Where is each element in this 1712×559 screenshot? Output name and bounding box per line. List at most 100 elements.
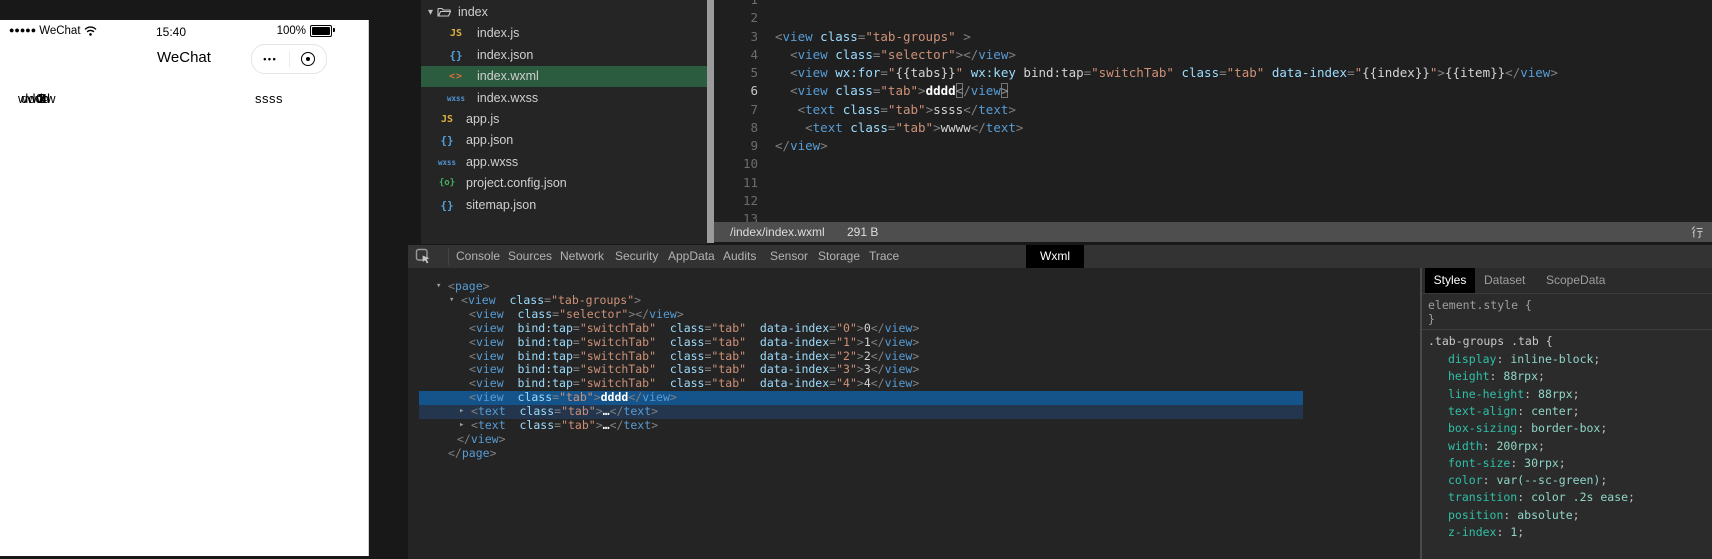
line-mode-icon[interactable] <box>1690 225 1704 239</box>
sidebar-tab-styles[interactable]: Styles <box>1425 268 1475 293</box>
tree-row[interactable]: <view class="selector"></view> <box>419 306 1303 322</box>
js-file-icon: JS <box>449 28 463 40</box>
debugger-tab-trace[interactable]: Trace <box>869 245 899 268</box>
tree-row[interactable]: <view bind:tap="switchTab" class="tab" d… <box>419 376 1303 391</box>
tree-row[interactable]: <view class="tab">dddd</view> <box>419 390 1303 406</box>
code-line[interactable]: 8 <text class="tab">wwww</text> <box>714 119 1712 137</box>
tree-row[interactable]: </page> <box>419 446 1303 461</box>
file-size-label: 291 B <box>847 225 879 239</box>
tree-row[interactable]: ▾ <view class="tab-groups"> <box>419 293 1303 308</box>
line-number: 9 <box>750 138 758 153</box>
sidebar-tab-dataset[interactable]: Dataset <box>1484 268 1525 293</box>
code-token: < <box>775 28 783 44</box>
tab-text-ssss[interactable]: ssss <box>255 91 283 106</box>
file-item-app.wxss[interactable]: wxss app.wxss <box>421 152 707 173</box>
inspect-element-icon[interactable] <box>415 248 432 265</box>
file-item-index.js[interactable]: JS index.js <box>421 23 707 44</box>
code-token: > <box>1008 46 1016 62</box>
code-token: > <box>498 431 506 446</box>
code-line[interactable]: 9 </view> <box>714 137 1712 155</box>
tree-row[interactable]: ▾ <page> <box>419 279 1303 294</box>
code-line[interactable]: 1 <box>714 0 1712 9</box>
code-line[interactable]: 10 <box>714 155 1712 173</box>
element-style-selector[interactable]: element.style { <box>1428 298 1532 312</box>
debugger-tab-network[interactable]: Network <box>560 245 604 268</box>
tree-row[interactable]: ▸ <text class="tab">…</text> <box>419 404 1303 419</box>
explorer-editor-splitter[interactable] <box>707 0 714 243</box>
expand-arrow-right-icon[interactable]: ▸ <box>459 419 464 433</box>
css-property[interactable]: font-size: 30rpx; <box>1448 455 1566 472</box>
code-line[interactable]: 2 <box>714 9 1712 27</box>
css-property[interactable]: text-align: center; <box>1448 403 1580 420</box>
css-property-name: position <box>1448 507 1504 522</box>
css-property[interactable]: box-sizing: border-box; <box>1448 420 1607 437</box>
expand-arrow-right-icon[interactable]: ▸ <box>459 405 464 419</box>
debugger-tab-console[interactable]: Console <box>456 245 500 268</box>
code-token: view <box>790 138 821 153</box>
code-line[interactable]: 6 <view class="tab">dddd</view> <box>714 82 1712 100</box>
rule-selector[interactable]: .tab-groups .tab { <box>1428 334 1553 348</box>
element-style-close[interactable]: } <box>1428 312 1435 326</box>
code-line[interactable]: 11 <box>714 174 1712 192</box>
file-item-index.wxss[interactable]: wxss index.wxss <box>421 88 707 109</box>
tree-row[interactable]: <view bind:tap="switchTab" class="tab" d… <box>419 320 1303 336</box>
css-property[interactable]: color: var(--sc-green); <box>1448 472 1607 489</box>
debugger-tab-audits[interactable]: Audits <box>723 245 756 268</box>
debugger-tab-sources[interactable]: Sources <box>508 245 552 268</box>
expand-arrow-down-icon[interactable]: ▾ <box>436 280 441 294</box>
code-line[interactable]: 13 <box>714 210 1712 222</box>
code-token: view <box>1520 65 1551 80</box>
tree-row[interactable]: <view bind:tap="switchTab" class="tab" d… <box>419 349 1303 364</box>
css-property[interactable]: line-height: 88rpx; <box>1448 386 1580 403</box>
file-item-sitemap.json[interactable]: {} sitemap.json <box>421 195 707 216</box>
code-token: view <box>475 334 504 349</box>
code-editor[interactable]: 123<view class="tab-groups" >4 <view cla… <box>714 0 1712 222</box>
file-item-index.wxml[interactable]: <> index.wxml <box>421 66 707 88</box>
code-token: "switchTab" <box>579 320 656 335</box>
debugger-tab-security[interactable]: Security <box>615 245 658 268</box>
tree-row[interactable]: <view bind:tap="switchTab" class="tab" d… <box>419 362 1303 377</box>
debugger-tab-wxml[interactable]: Wxml <box>1026 245 1084 268</box>
code-token: 4 <box>863 376 871 391</box>
sidebar-tab-scopedata[interactable]: ScopeData <box>1546 268 1605 293</box>
css-property-name: height <box>1448 369 1490 384</box>
code-token: "3" <box>836 362 857 377</box>
css-property[interactable]: position: absolute; <box>1448 507 1580 524</box>
file-item-index.json[interactable]: {} index.json <box>421 45 707 66</box>
file-item-project.config.json[interactable]: {o} project.config.json <box>421 173 707 194</box>
code-token: "switchTab" <box>579 376 656 391</box>
css-property[interactable]: height: 88rpx; <box>1448 368 1545 385</box>
code-line[interactable]: 12 <box>714 192 1712 210</box>
debugger-tab-sensor[interactable]: Sensor <box>770 245 808 268</box>
file-item-app.json[interactable]: {} app.json <box>421 130 707 151</box>
code-token: dddd <box>600 390 629 405</box>
more-menu-icon[interactable]: ••• <box>252 54 289 64</box>
css-property[interactable]: z-index: 1; <box>1448 524 1524 541</box>
overlapping-tabs-text[interactable]: wwww dddd 0 1 2 3 4 <box>18 91 88 107</box>
css-property[interactable]: width: 200rpx; <box>1448 438 1545 455</box>
code-line[interactable]: 7 <text class="tab">ssss</text> <box>714 101 1712 119</box>
close-mini-program-icon[interactable] <box>290 52 327 66</box>
code-line[interactable]: 3 <view class="tab-groups" > <box>714 28 1712 46</box>
folder-item-index[interactable]: ▾ index <box>421 2 707 23</box>
folder-expand-arrow-icon[interactable]: ▾ <box>428 2 433 23</box>
debugger-tab-storage[interactable]: Storage <box>818 245 860 268</box>
css-property[interactable]: transition: color .2s ease; <box>1448 489 1635 506</box>
tree-row[interactable]: <view bind:tap="switchTab" class="tab" d… <box>419 334 1303 350</box>
file-item-app.js[interactable]: JS app.js <box>421 109 707 130</box>
debugger-tab-appdata[interactable]: AppData <box>668 245 715 268</box>
capsule-menu[interactable]: ••• <box>251 44 327 74</box>
code-token: < <box>469 306 476 321</box>
expand-arrow-down-icon[interactable]: ▾ <box>449 294 454 308</box>
code-token: </ <box>457 431 471 446</box>
css-property[interactable]: display: inline-block; <box>1448 351 1600 368</box>
css-semicolon: ; <box>1558 455 1566 470</box>
tree-row[interactable]: </view> <box>419 431 1303 447</box>
code-line[interactable]: 4 <view class="selector"></view> <box>714 46 1712 64</box>
code-token: data-index <box>759 334 830 349</box>
tree-row[interactable]: ▸ <text class="tab">…</text> <box>419 418 1303 433</box>
code-line[interactable]: 5 <view wx:for="{{tabs}}" wx:key bind:ta… <box>714 64 1712 82</box>
